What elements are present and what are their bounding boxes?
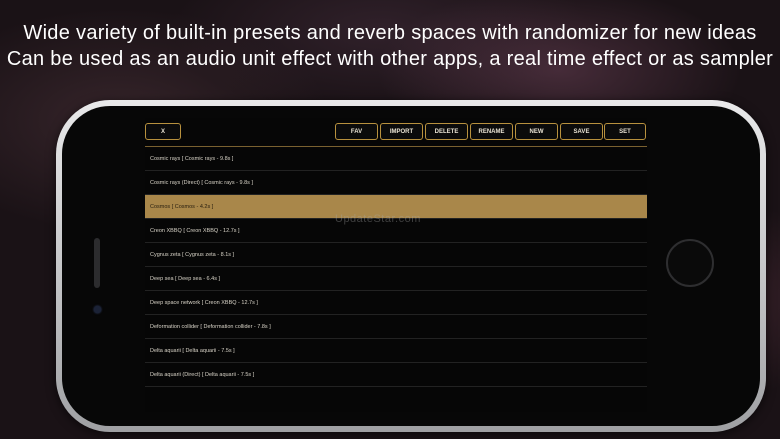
headline-line-1: Wide variety of built-in presets and rev… (23, 22, 757, 44)
import-button[interactable]: IMPORT (380, 123, 423, 140)
new-button[interactable]: NEW (515, 123, 558, 140)
delete-button[interactable]: DELETE (425, 123, 468, 140)
preset-label: Creon XBBQ [ Creon XBBQ - 12.7s ] (150, 227, 240, 234)
headline-line-2: Can be used as an audio unit effect with… (6, 48, 774, 70)
preset-row[interactable]: Delta aquarii [ Delta aquarii - 7.5s ] (145, 339, 647, 363)
preset-label: Delta aquarii [ Delta aquarii - 7.5s ] (150, 347, 235, 354)
preset-label: Cosmos [ Cosmos - 4.2s ] (150, 203, 214, 210)
app-screen: X FAV IMPORT DELETE RENAME NEW SAVE SET … (145, 118, 647, 412)
preset-label: Deep space network [ Creon XBBQ - 12.7s … (150, 299, 258, 306)
preset-list: Cosmic rays [ Cosmic rays - 9.8s ] Cosmi… (145, 147, 647, 387)
preset-label: Cosmic rays (Direct) [ Cosmic rays - 9.8… (150, 179, 253, 186)
preset-row[interactable]: Deep sea [ Deep sea - 6.4s ] (145, 267, 647, 291)
set-button[interactable]: SET (604, 123, 646, 140)
save-button[interactable]: SAVE (560, 123, 603, 140)
close-button[interactable]: X (145, 123, 181, 140)
preset-row[interactable]: Deep space network [ Creon XBBQ - 12.7s … (145, 291, 647, 315)
preset-label: Cosmic rays [ Cosmic rays - 9.8s ] (150, 155, 234, 162)
front-camera (94, 306, 101, 313)
preset-row[interactable]: Cosmic rays (Direct) [ Cosmic rays - 9.8… (145, 171, 647, 195)
preset-label: Cygnus zeta [ Cygnus zeta - 8.1s ] (150, 251, 235, 258)
watermark: UpdateStar.com (335, 213, 421, 225)
rename-button[interactable]: RENAME (470, 123, 513, 140)
fav-button[interactable]: FAV (335, 123, 378, 140)
preset-row[interactable]: Deformation collider [ Deformation colli… (145, 315, 647, 339)
speaker-grille (94, 238, 100, 288)
toolbar: X FAV IMPORT DELETE RENAME NEW SAVE SET (145, 118, 647, 146)
preset-row[interactable]: Cygnus zeta [ Cygnus zeta - 8.1s ] (145, 243, 647, 267)
preset-label: Delta aquarii (Direct) [ Delta aquarii -… (150, 371, 255, 378)
preset-label: Deep sea [ Deep sea - 6.4s ] (150, 275, 221, 282)
preset-label: Deformation collider [ Deformation colli… (150, 323, 271, 330)
preset-row[interactable]: Delta aquarii (Direct) [ Delta aquarii -… (145, 363, 647, 387)
home-button[interactable] (666, 239, 714, 287)
preset-row[interactable]: Cosmic rays [ Cosmic rays - 9.8s ] (145, 147, 647, 171)
